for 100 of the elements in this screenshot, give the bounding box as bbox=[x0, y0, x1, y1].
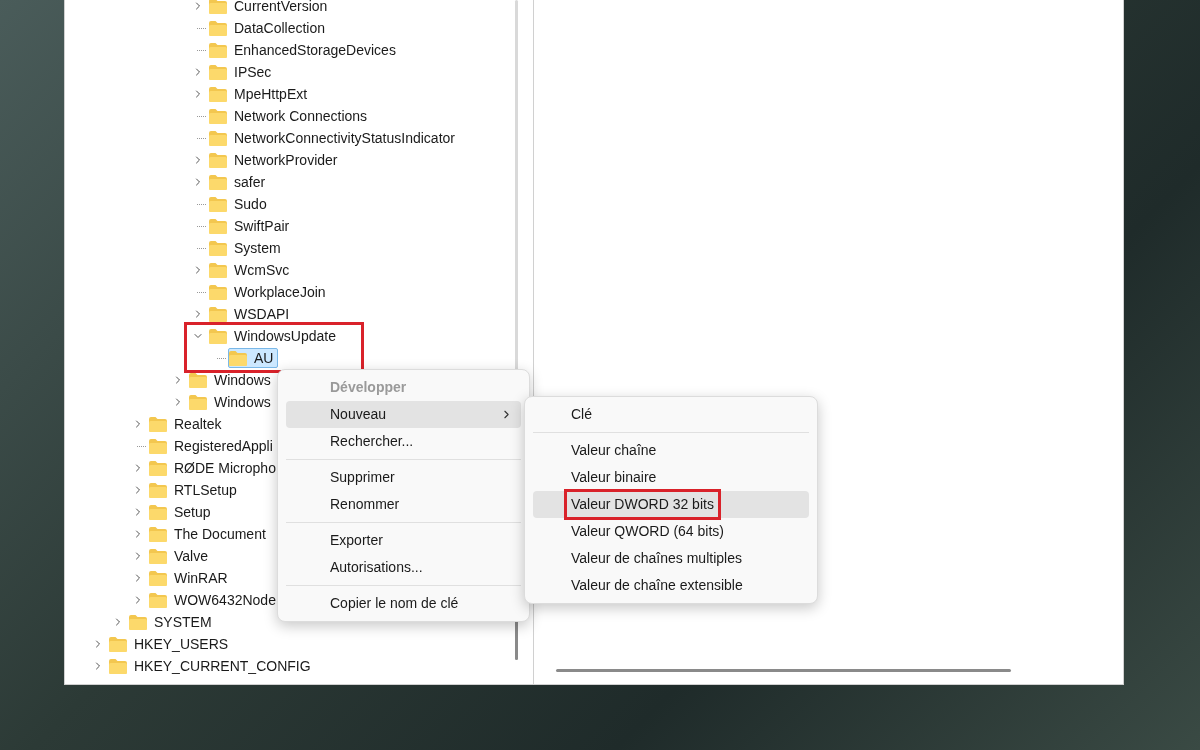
menu-item[interactable]: Valeur QWORD (64 bits) bbox=[533, 518, 809, 545]
tree-item-label: Realtek bbox=[174, 414, 222, 434]
tree-item[interactable]: Sudo bbox=[208, 194, 272, 214]
menu-item-label: Valeur de chaîne extensible bbox=[570, 576, 744, 595]
tree-item-label: IPSec bbox=[234, 62, 272, 82]
tree-connector bbox=[197, 225, 206, 227]
menu-item[interactable]: Valeur chaîne bbox=[533, 437, 809, 464]
tree-connector bbox=[197, 291, 206, 293]
folder-icon bbox=[149, 482, 167, 498]
folder-icon bbox=[149, 416, 167, 432]
tree-item-label: SwiftPair bbox=[234, 216, 290, 236]
tree-item-label: System bbox=[234, 238, 281, 258]
menu-item-label: Valeur DWORD 32 bits bbox=[564, 489, 721, 520]
folder-icon bbox=[209, 42, 227, 58]
menu-item[interactable]: Valeur DWORD 32 bits bbox=[533, 491, 809, 518]
tree-item[interactable]: RØDE Micropho bbox=[148, 458, 281, 478]
tree-item[interactable]: Windows bbox=[188, 370, 276, 390]
tree-item[interactable]: MpeHttpExt bbox=[208, 84, 313, 104]
menu-item[interactable]: Valeur binaire bbox=[533, 464, 809, 491]
menu-item-label: Supprimer bbox=[329, 468, 396, 487]
menu-item[interactable]: Exporter bbox=[286, 527, 521, 554]
tree-item[interactable]: WorkplaceJoin bbox=[208, 282, 331, 302]
tree-item[interactable]: Windows bbox=[188, 392, 276, 412]
folder-icon bbox=[109, 636, 127, 652]
tree-item[interactable]: AU bbox=[228, 348, 279, 368]
folder-icon bbox=[209, 108, 227, 124]
tree-item[interactable]: safer bbox=[208, 172, 271, 192]
tree-item[interactable]: WSDAPI bbox=[208, 304, 295, 324]
folder-icon bbox=[209, 130, 227, 146]
folder-icon bbox=[209, 20, 227, 36]
tree-connector bbox=[197, 203, 206, 205]
tree-item-label: DataCollection bbox=[234, 18, 326, 38]
tree-item[interactable]: RegisteredAppli bbox=[148, 436, 278, 456]
menu-item[interactable]: Valeur de chaîne extensible bbox=[533, 572, 809, 599]
folder-icon bbox=[149, 570, 167, 586]
menu-item-label: Valeur QWORD (64 bits) bbox=[570, 522, 725, 541]
folder-icon bbox=[209, 240, 227, 256]
folder-icon bbox=[149, 526, 167, 542]
menu-item[interactable]: Renommer bbox=[286, 491, 521, 518]
folder-icon bbox=[209, 152, 227, 168]
menu-item-label: Renommer bbox=[329, 495, 401, 514]
tree-item-label: MpeHttpExt bbox=[234, 84, 308, 104]
tree-item[interactable]: WinRAR bbox=[148, 568, 233, 588]
menu-item-label: Nouveau bbox=[329, 405, 388, 424]
tree-item[interactable]: SwiftPair bbox=[208, 216, 295, 236]
menu-item[interactable]: Copier le nom de clé bbox=[286, 590, 521, 617]
folder-icon bbox=[209, 0, 227, 14]
menu-item[interactable]: Autorisations... bbox=[286, 554, 521, 581]
folder-icon bbox=[209, 174, 227, 190]
menu-item[interactable]: Valeur de chaînes multiples bbox=[533, 545, 809, 572]
tree-item-label: WinRAR bbox=[174, 568, 228, 588]
tree-item[interactable]: NetworkProvider bbox=[208, 150, 343, 170]
tree-item-label: WSDAPI bbox=[234, 304, 290, 324]
folder-icon bbox=[109, 658, 127, 674]
menu-item[interactable]: Supprimer bbox=[286, 464, 521, 491]
tree-item[interactable]: WcmSvc bbox=[208, 260, 295, 280]
tree-connector bbox=[197, 115, 206, 117]
tree-connector bbox=[197, 27, 206, 29]
menu-item-label: Copier le nom de clé bbox=[329, 594, 460, 613]
tree-item-label: Sudo bbox=[234, 194, 267, 214]
tree-item[interactable]: RTLSetup bbox=[148, 480, 242, 500]
tree-item[interactable]: SYSTEM bbox=[128, 612, 217, 632]
tree-item-label: SYSTEM bbox=[154, 612, 212, 632]
folder-icon bbox=[209, 306, 227, 322]
tree-item[interactable]: Valve bbox=[148, 546, 213, 566]
menu-item-label: Valeur binaire bbox=[570, 468, 658, 487]
folder-icon bbox=[149, 460, 167, 476]
horizontal-scrollbar[interactable] bbox=[556, 669, 1011, 672]
menu-item[interactable]: Rechercher... bbox=[286, 428, 521, 455]
tree-item[interactable]: DataCollection bbox=[208, 18, 331, 38]
menu-item-label: Développer bbox=[329, 378, 408, 397]
tree-item[interactable]: Setup bbox=[148, 502, 216, 522]
tree-connector bbox=[137, 445, 146, 447]
tree-item[interactable]: System bbox=[208, 238, 286, 258]
tree-item-label: safer bbox=[234, 172, 266, 192]
tree-item-label: EnhancedStorageDevices bbox=[234, 40, 396, 60]
tree-item[interactable]: Network Connections bbox=[208, 106, 373, 126]
tree-item-label: WorkplaceJoin bbox=[234, 282, 326, 302]
folder-icon bbox=[209, 284, 227, 300]
folder-icon bbox=[149, 504, 167, 520]
tree-item[interactable]: HKEY_USERS bbox=[108, 634, 234, 654]
folder-icon bbox=[209, 64, 227, 80]
tree-item-label: AU bbox=[254, 348, 274, 368]
menu-item[interactable]: Clé bbox=[533, 401, 809, 428]
folder-icon bbox=[209, 262, 227, 278]
tree-item[interactable]: EnhancedStorageDevices bbox=[208, 40, 401, 60]
folder-icon bbox=[129, 614, 147, 630]
tree-item[interactable]: The Document bbox=[148, 524, 271, 544]
folder-icon bbox=[149, 592, 167, 608]
tree-item[interactable]: CurrentVersion bbox=[208, 0, 333, 16]
tree-item[interactable]: IPSec bbox=[208, 62, 277, 82]
menu-item[interactable]: Nouveau bbox=[286, 401, 521, 428]
tree-item[interactable]: Realtek bbox=[148, 414, 227, 434]
tree-item[interactable]: WindowsUpdate bbox=[208, 326, 341, 346]
folder-icon bbox=[189, 394, 207, 410]
menu-item-label: Rechercher... bbox=[329, 432, 415, 451]
folder-icon bbox=[209, 196, 227, 212]
tree-item-label: RØDE Micropho bbox=[174, 458, 276, 478]
tree-item[interactable]: WOW6432Node bbox=[148, 590, 281, 610]
menu-item-label: Exporter bbox=[329, 531, 384, 550]
